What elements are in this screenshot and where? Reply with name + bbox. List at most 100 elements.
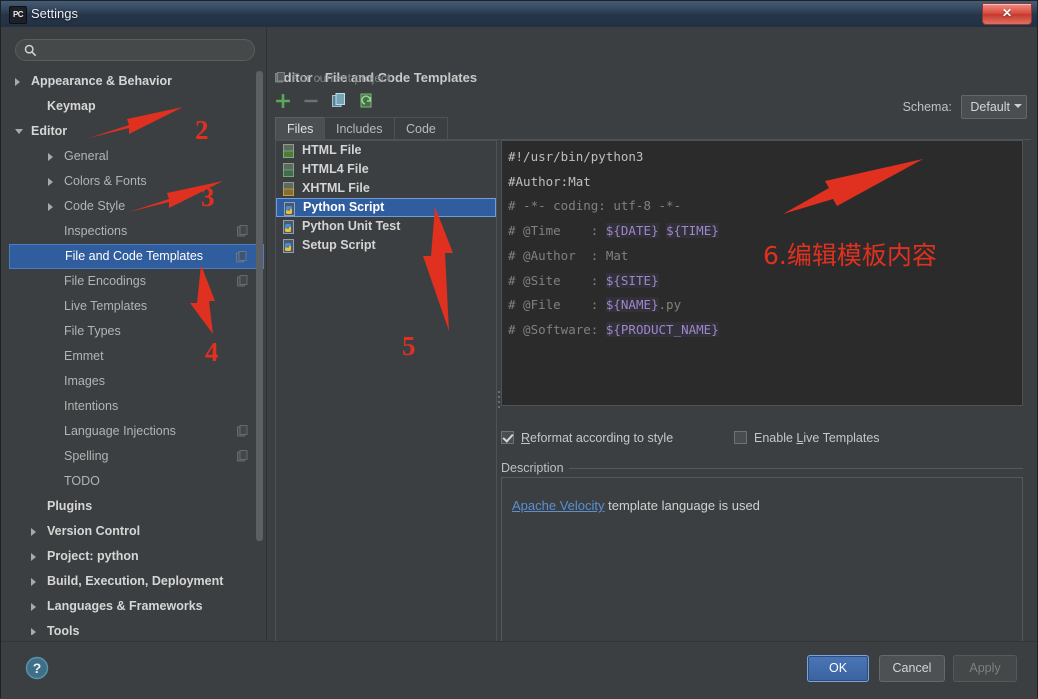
tab-code[interactable]: Code (394, 117, 448, 140)
sidebar-item-appearance-behavior[interactable]: Appearance & Behavior (9, 69, 264, 94)
code-text: # @Software: (508, 321, 606, 337)
sidebar-item-project-python[interactable]: Project: python (9, 544, 264, 569)
template-editor[interactable]: #!/usr/bin/python3 #Author:Mat # -*- codin… (501, 140, 1023, 406)
template-list-item[interactable]: Python Script (276, 198, 496, 217)
chevron-right-icon[interactable] (31, 553, 36, 561)
editor-vertical-scrollbar[interactable] (1016, 141, 1022, 405)
editor-horizontal-scrollbar[interactable] (501, 406, 1023, 413)
template-list-item[interactable]: XHTML File (276, 179, 496, 198)
cancel-button[interactable]: Cancel (879, 655, 945, 682)
templates-list[interactable]: HTML File HTML4 File XHTML File Python Scri… (275, 140, 497, 648)
sidebar-item-label: Inspections (64, 224, 128, 238)
sidebar-item-label: Keymap (47, 99, 96, 113)
sidebar-item-file-and-code-templates[interactable]: File and Code Templates (9, 244, 264, 269)
sidebar-item-label: Emmet (64, 349, 104, 363)
code-line: # @Software: ${PRODUCT_NAME} (508, 318, 1020, 343)
tree-scrollbar[interactable] (256, 71, 263, 629)
sidebar-item-keymap[interactable]: Keymap (9, 94, 264, 119)
schema-select[interactable]: Default (961, 95, 1027, 119)
chevron-down-icon[interactable] (15, 129, 23, 138)
chevron-right-icon[interactable] (48, 153, 53, 161)
template-list-item-label: HTML File (302, 143, 362, 157)
tab-files[interactable]: Files (275, 117, 326, 140)
template-list-item[interactable]: HTML4 File (276, 160, 496, 179)
search-box[interactable] (15, 39, 255, 61)
live-templates-label: Enable Live Templates (754, 429, 880, 447)
html4-file-icon (283, 163, 294, 177)
sidebar-item-label: Spelling (64, 449, 109, 463)
chevron-right-icon[interactable] (15, 78, 20, 86)
sidebar-item-spelling[interactable]: Spelling (9, 444, 264, 469)
sidebar-item-build-execution-deployment[interactable]: Build, Execution, Deployment (9, 569, 264, 594)
sidebar-item-code-style[interactable]: Code Style (9, 194, 264, 219)
add-template-button[interactable] (273, 91, 293, 111)
sidebar-item-tools[interactable]: Tools (9, 619, 264, 635)
template-variable: ${DATE} (605, 223, 659, 239)
python-file-icon (283, 239, 294, 253)
description-box: Apache Velocity template language is use… (501, 477, 1023, 647)
copy-template-button[interactable] (329, 91, 349, 111)
sidebar-item-label: Build, Execution, Deployment (47, 574, 224, 588)
code-line: #!/usr/bin/python3 (508, 145, 1020, 170)
sidebar-item-images[interactable]: Images (9, 369, 264, 394)
chevron-right-icon[interactable] (31, 578, 36, 586)
sidebar-item-live-templates[interactable]: Live Templates (9, 294, 264, 319)
chevron-right-icon[interactable] (48, 178, 53, 186)
code-line: # @Author : Mat (508, 244, 1020, 269)
chevron-right-icon[interactable] (31, 603, 36, 611)
sidebar-item-language-injections[interactable]: Language Injections (9, 419, 264, 444)
dialog-footer: ? OK Cancel Apply (1, 641, 1037, 698)
ok-button[interactable]: OK (807, 655, 869, 682)
tree-scrollbar-thumb[interactable] (256, 71, 263, 541)
sidebar-item-version-control[interactable]: Version Control (9, 519, 264, 544)
sidebar-item-intentions[interactable]: Intentions (9, 394, 264, 419)
reset-template-button[interactable] (357, 91, 377, 111)
apply-button: Apply (953, 655, 1017, 682)
python-file-icon (283, 220, 294, 234)
sidebar-item-plugins[interactable]: Plugins (9, 494, 264, 519)
sidebar-item-todo[interactable]: TODO (9, 469, 264, 494)
remove-template-button[interactable] (301, 91, 321, 111)
help-icon[interactable]: ? (25, 656, 49, 680)
live-templates-label-post: ive Templates (803, 431, 880, 445)
reformat-checkbox[interactable] (501, 431, 514, 444)
sidebar-item-file-encodings[interactable]: File Encodings (9, 269, 264, 294)
live-templates-checkbox[interactable] (734, 431, 747, 444)
sidebar-item-label: Live Templates (64, 299, 148, 313)
chevron-right-icon[interactable] (48, 203, 53, 211)
template-source[interactable]: #!/usr/bin/python3 #Author:Mat # -*- codin… (508, 145, 1020, 343)
template-list-item[interactable]: Setup Script (276, 236, 496, 255)
chevron-right-icon[interactable] (31, 528, 36, 536)
description-text: Apache Velocity template language is use… (512, 498, 760, 513)
chevron-right-icon[interactable] (31, 628, 36, 635)
code-line: # @File : ${NAME}.py (508, 293, 1020, 318)
sidebar-item-languages-frameworks[interactable]: Languages & Frameworks (9, 594, 264, 619)
apache-velocity-link[interactable]: Apache Velocity (512, 498, 605, 513)
sidebar-item-label: Plugins (47, 499, 93, 513)
tab-includes[interactable]: Includes (324, 117, 395, 140)
sidebar-item-label: Colors & Fonts (64, 174, 147, 188)
sidebar-item-emmet[interactable]: Emmet (9, 344, 264, 369)
chevron-down-icon (1014, 104, 1022, 108)
template-list-item[interactable]: Python Unit Test (276, 217, 496, 236)
title-bar: PC Settings ✕ (1, 1, 1037, 28)
sidebar-item-inspections[interactable]: Inspections (9, 219, 264, 244)
settings-tree[interactable]: Appearance & Behavior Keymap Editor General… (9, 69, 264, 635)
xhtml-file-icon (283, 182, 294, 196)
project-scope-icon (237, 425, 248, 437)
sidebar-item-file-types[interactable]: File Types (9, 319, 264, 344)
search-input[interactable] (42, 41, 251, 61)
pycharm-icon: PC (9, 6, 27, 24)
search-icon (24, 44, 37, 57)
sidebar-item-general[interactable]: General (9, 144, 264, 169)
window-title: Settings (31, 6, 78, 21)
sidebar-item-colors-fonts[interactable]: Colors & Fonts (9, 169, 264, 194)
close-button[interactable]: ✕ (982, 3, 1032, 25)
code-text: # @File : (508, 297, 606, 313)
sidebar-item-label: File Encodings (64, 274, 146, 288)
settings-tree-pane: Appearance & Behavior Keymap Editor General… (9, 33, 266, 636)
template-list-item[interactable]: HTML File (276, 141, 496, 160)
code-text: # @Time : (508, 223, 606, 239)
sidebar-item-editor[interactable]: Editor (9, 119, 264, 144)
code-text: # @Site : (508, 272, 606, 288)
